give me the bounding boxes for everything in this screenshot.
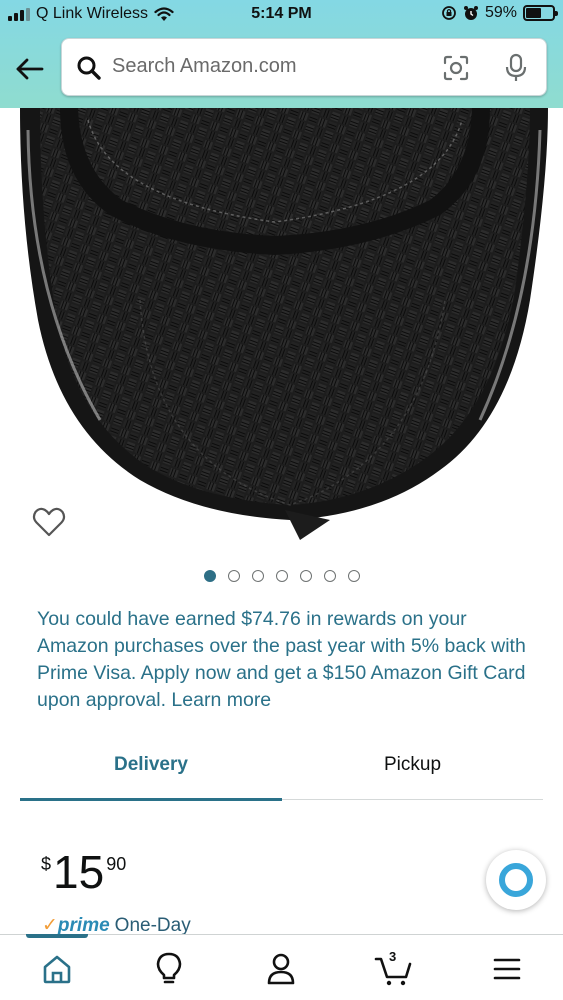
nav-active-indicator — [26, 934, 88, 938]
status-bar: Q Link Wireless 5:14 PM 59% — [0, 0, 563, 30]
price-fraction: 90 — [106, 854, 127, 874]
back-arrow-icon[interactable] — [14, 55, 46, 83]
cart-count: 3 — [389, 949, 397, 964]
price-whole: 15 — [53, 846, 105, 898]
cart-button[interactable]: 3 — [374, 949, 414, 987]
orientation-lock-icon — [442, 6, 456, 20]
bottom-nav: 3 — [0, 934, 563, 1000]
price: $ 15 90 — [41, 846, 126, 898]
alarm-icon — [463, 6, 478, 20]
alexa-icon — [499, 863, 533, 897]
search-icon — [77, 56, 101, 80]
alexa-button[interactable] — [486, 850, 546, 910]
carousel-dot[interactable] — [347, 570, 360, 582]
account-icon[interactable] — [261, 951, 301, 987]
image-carousel-dots[interactable] — [0, 570, 563, 582]
battery-level — [526, 8, 541, 18]
prime-visa-promo[interactable]: You could have earned $74.76 in rewards … — [37, 606, 527, 714]
status-right: 59% — [441, 4, 558, 22]
tab-pickup[interactable]: Pickup — [282, 754, 543, 776]
heart-icon[interactable] — [32, 506, 66, 538]
active-tab-indicator — [20, 798, 282, 801]
lightbulb-icon[interactable] — [149, 951, 189, 987]
menu-icon[interactable] — [487, 951, 527, 987]
price-currency-symbol: $ — [41, 854, 52, 874]
battery-percent: 59% — [484, 4, 517, 21]
fulfillment-tabs: Delivery Pickup — [20, 748, 543, 801]
carousel-dot[interactable] — [299, 570, 312, 582]
product-image[interactable] — [0, 108, 563, 558]
carousel-dot[interactable] — [227, 570, 240, 582]
home-icon[interactable] — [37, 951, 77, 987]
carousel-dot[interactable] — [203, 570, 216, 582]
carousel-dot[interactable] — [251, 570, 264, 582]
tab-delivery[interactable]: Delivery — [20, 754, 282, 776]
carousel-dot[interactable] — [323, 570, 336, 582]
search-input[interactable] — [112, 55, 432, 78]
battery-icon — [523, 5, 558, 21]
carousel-dot[interactable] — [275, 570, 288, 582]
product-photo-holster — [20, 108, 548, 540]
microphone-icon[interactable] — [504, 53, 528, 83]
app-header: Q Link Wireless 5:14 PM 59% — [0, 0, 563, 108]
camera-lens-icon[interactable] — [442, 54, 470, 82]
search-bar[interactable] — [61, 38, 547, 96]
